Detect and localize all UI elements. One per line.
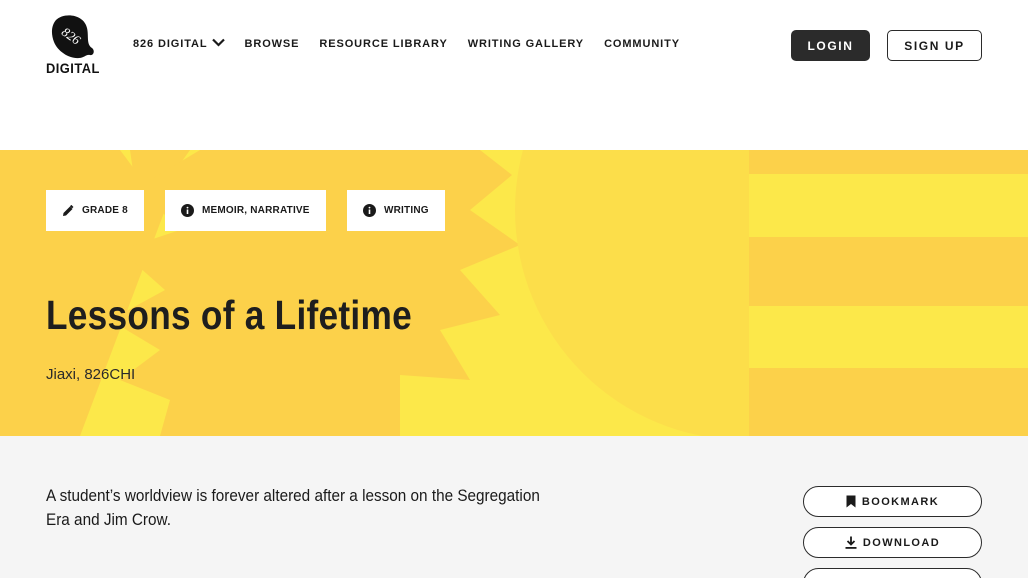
author-byline: Jiaxi, 826CHI: [46, 366, 136, 383]
info-icon: [181, 204, 194, 217]
tag-genre[interactable]: MEMOIR, NARRATIVE: [165, 190, 326, 231]
summary-text: A student’s worldview is forever altered…: [46, 486, 540, 529]
nav-item-writing-gallery[interactable]: WRITING GALLERY: [468, 38, 584, 50]
nav-label: 826 DIGITAL: [133, 38, 208, 50]
bookmark-label: BOOKMARK: [861, 495, 940, 508]
signup-button[interactable]: SIGN UP: [887, 30, 982, 61]
main-content: A student’s worldview is forever altered…: [0, 436, 1028, 578]
nav-item-browse[interactable]: BROWSE: [245, 38, 300, 50]
chevron-down-icon: [211, 38, 225, 50]
nav-item-826-digital[interactable]: 826 DIGITAL: [133, 38, 225, 50]
tag-grade[interactable]: GRADE 8: [46, 190, 144, 231]
pencil-icon: [62, 204, 74, 217]
nav-label: RESOURCE LIBRARY: [319, 38, 448, 50]
hero-banner: GRADE 8 MEMOIR, NARRATIVE WRITING Lesson…: [0, 150, 1028, 436]
download-label: DOWNLOAD: [862, 536, 941, 549]
info-icon: [363, 204, 376, 217]
tag-label: MEMOIR, NARRATIVE: [202, 205, 310, 216]
nav-label: WRITING GALLERY: [467, 38, 585, 50]
tag-label: GRADE 8: [82, 205, 128, 216]
nav-label: BROWSE: [244, 38, 300, 50]
download-icon: [845, 536, 857, 549]
bookmark-button[interactable]: BOOKMARK: [803, 486, 982, 517]
tag-type[interactable]: WRITING: [347, 190, 445, 231]
logo-word: DIGITAL: [46, 60, 100, 76]
nav-label: COMMUNITY: [604, 38, 680, 50]
page-title: Lessons of a Lifetime: [46, 292, 412, 338]
site-header: 826 DIGITAL 826 DIGITAL BROWSE RESOURCE …: [0, 0, 1028, 150]
download-button[interactable]: DOWNLOAD: [803, 527, 982, 558]
bookmark-icon: [846, 495, 856, 508]
nav-item-community[interactable]: COMMUNITY: [604, 38, 680, 50]
action-button-3[interactable]: [803, 568, 982, 578]
main-nav: 826 DIGITAL BROWSE RESOURCE LIBRARY WRIT…: [133, 38, 700, 50]
nav-item-resource-library[interactable]: RESOURCE LIBRARY: [319, 38, 447, 50]
logo[interactable]: 826 DIGITAL: [46, 14, 100, 76]
logo-bulb-icon: 826: [51, 15, 94, 59]
login-button[interactable]: LOGIN: [791, 30, 870, 61]
tag-label: WRITING: [384, 205, 429, 216]
